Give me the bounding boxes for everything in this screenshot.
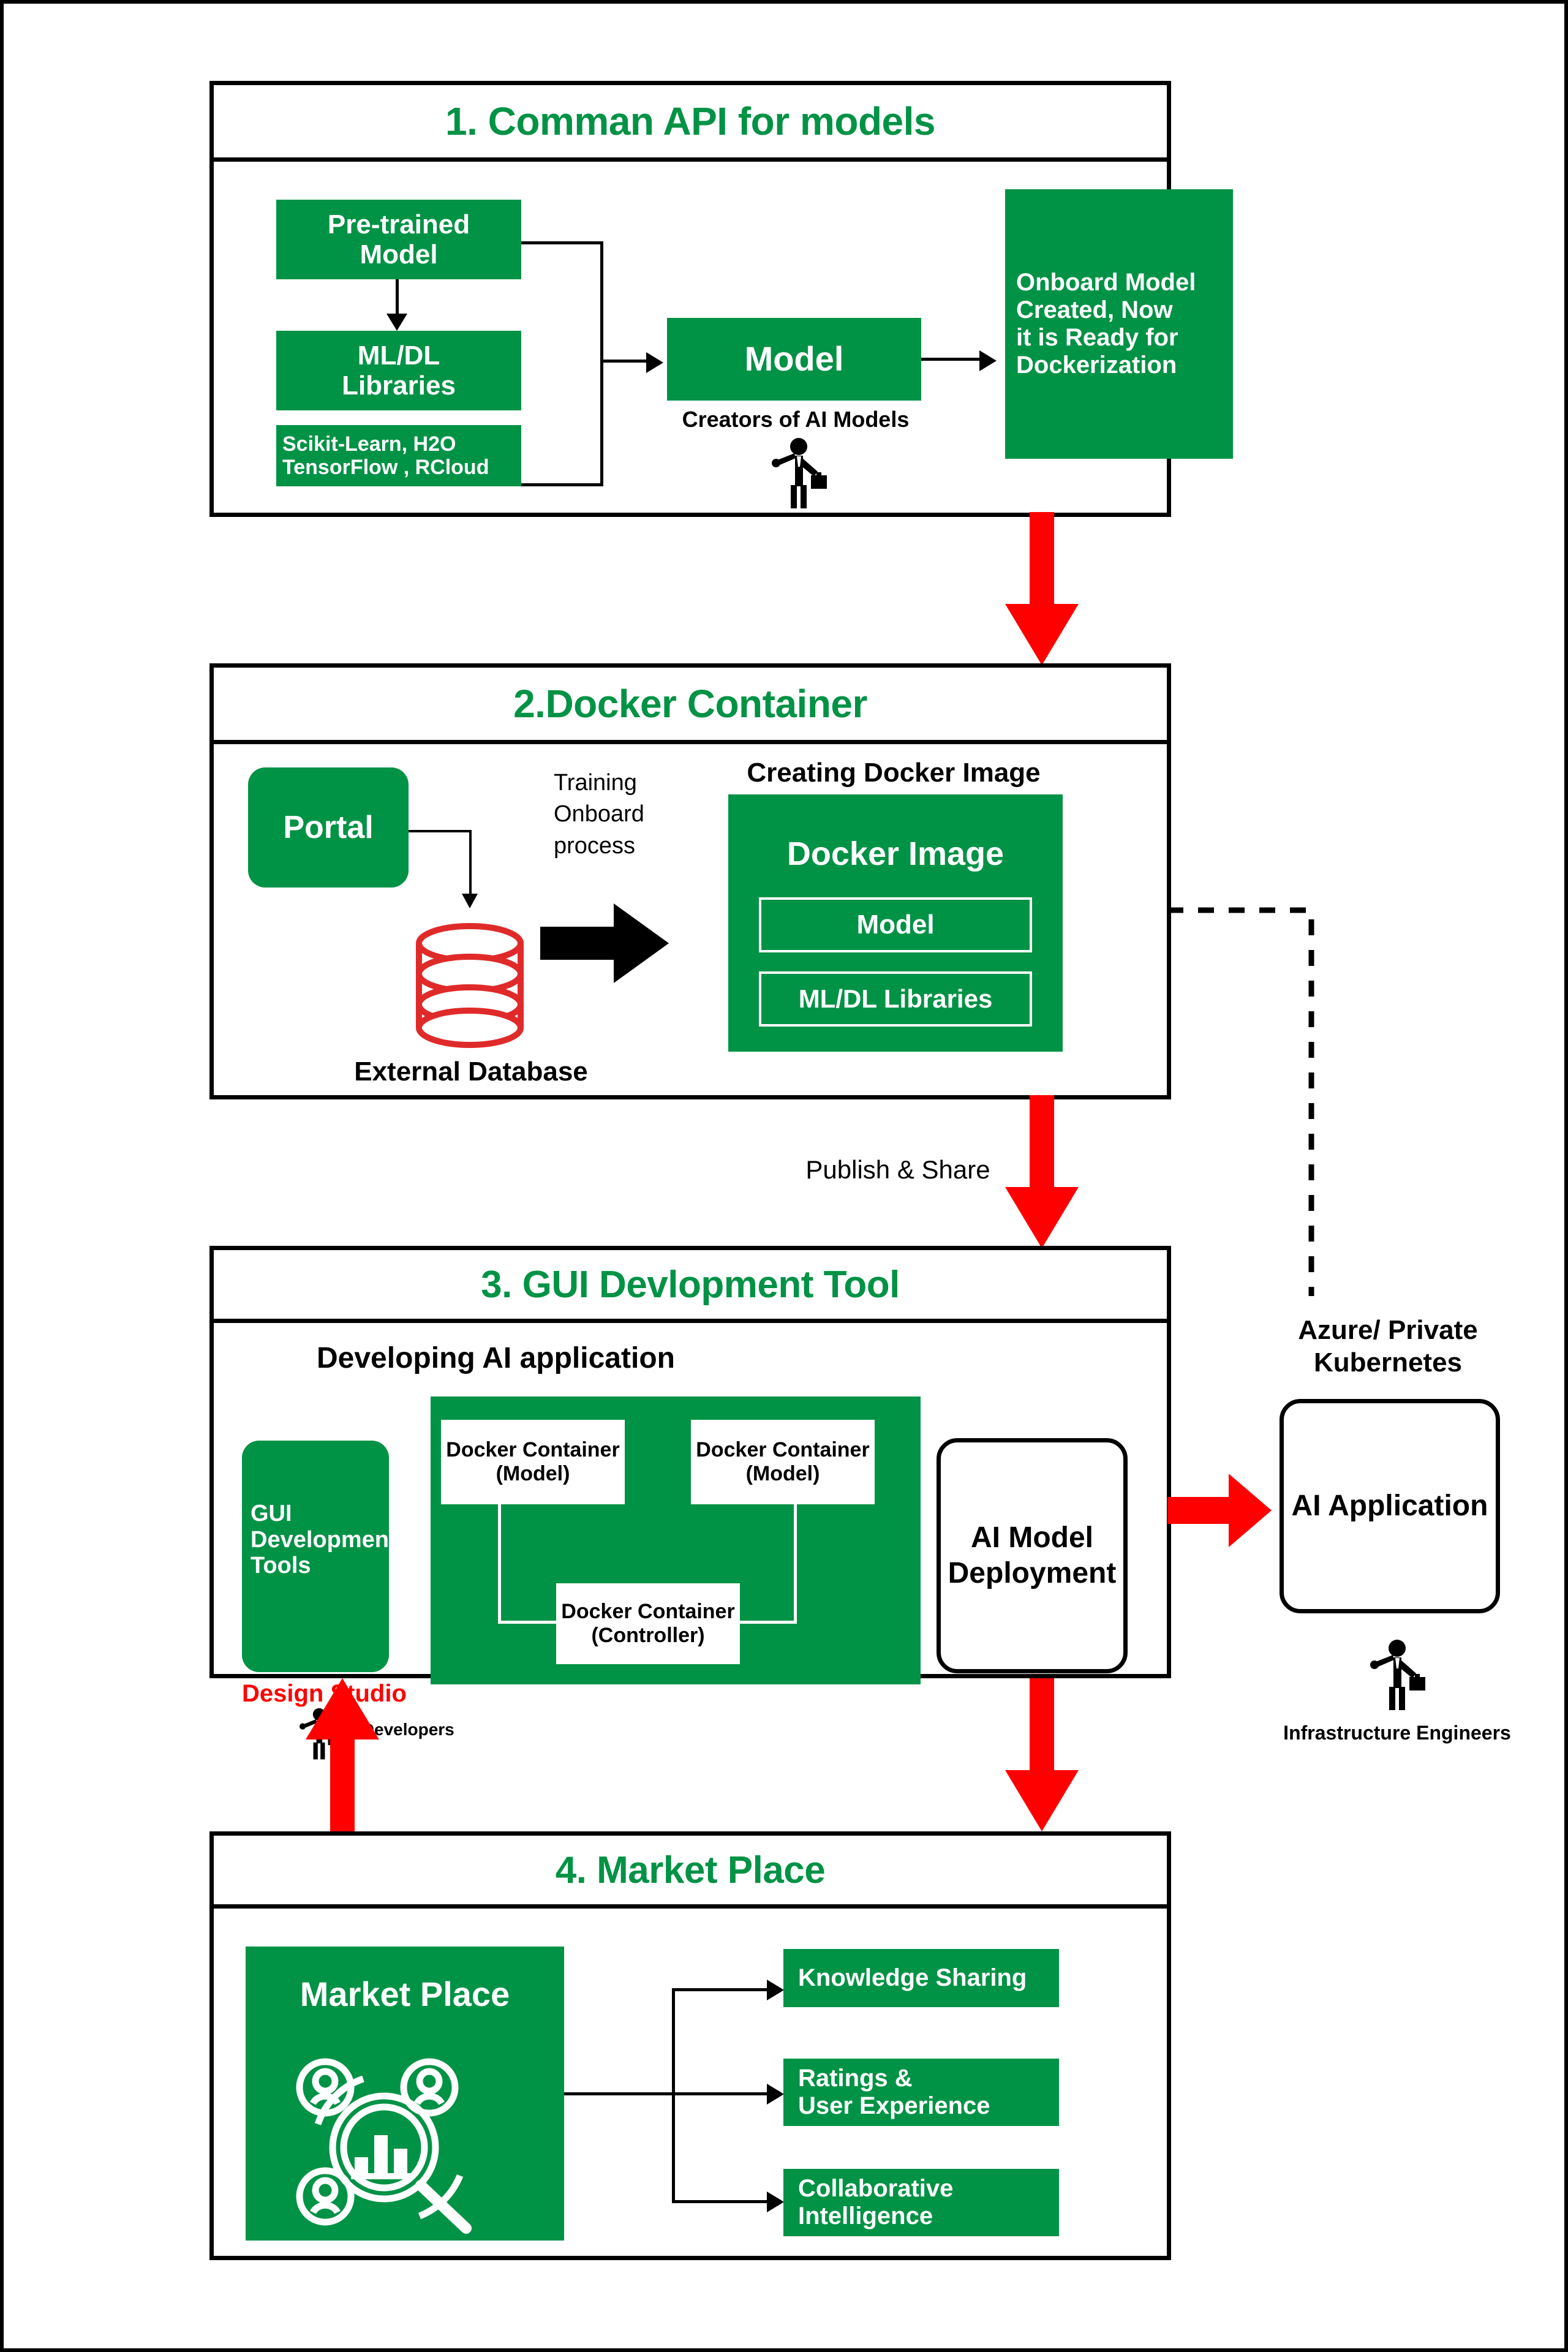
connector-model1-to-controller-vertical	[498, 1504, 501, 1623]
section-1-header: 1. Comman API for models	[214, 85, 1167, 162]
connector-bracket-to-model-arrowhead	[646, 352, 663, 373]
red-up-arrow-icon	[306, 1678, 379, 1831]
connector-bracket-to-model	[600, 360, 649, 363]
connector-bracket-vertical	[600, 241, 603, 486]
connector-branch-collaborative-arrowhead	[767, 2192, 784, 2212]
section-2-title: 2.Docker Container	[513, 682, 867, 726]
docker-container-model-1[interactable]: Docker Container (Model)	[441, 1420, 625, 1504]
section-3-title: 3. GUI Devlopment Tool	[481, 1263, 900, 1306]
red-down-arrow-icon	[1005, 1095, 1079, 1248]
infrastructure-engineers-label: Infrastructure Engineers	[1283, 1722, 1511, 1744]
ai-model-deployment-box[interactable]: AI Model Deployment	[937, 1438, 1128, 1673]
connector-top-bracket	[521, 241, 603, 244]
connector-branch-knowledge	[672, 1988, 770, 1991]
connector-market-branch-vertical	[672, 1988, 675, 2203]
docker-container-model-2[interactable]: Docker Container (Model)	[691, 1420, 875, 1504]
model-box[interactable]: Model	[667, 318, 921, 401]
azure-private-kubernetes-label: Azure/ Private Kubernetes	[1298, 1315, 1478, 1378]
connector-branch-ratings	[672, 2092, 770, 2095]
knowledge-sharing-box[interactable]: Knowledge Sharing	[783, 1949, 1059, 2007]
connector-model-to-onboard-arrowhead	[979, 350, 997, 371]
docker-image-model-box[interactable]: Model	[759, 897, 1032, 952]
training-onboard-process-label: Training Onboard process	[554, 770, 644, 859]
market-place-title: Market Place	[300, 1975, 510, 2013]
connector-portal-to-db-vertical	[469, 830, 472, 896]
collaborative-intelligence-box[interactable]: Collaborative Intelligence	[783, 2169, 1059, 2236]
section-1-title: 1. Comman API for models	[445, 99, 936, 143]
connector-portal-to-db-arrowhead	[462, 894, 478, 908]
connector-market-trunk	[564, 2092, 674, 2095]
docker-container-controller[interactable]: Docker Container (Controller)	[556, 1583, 740, 1664]
connector-model2-to-controller-vertical	[794, 1504, 797, 1623]
external-database-label: External Database	[354, 1057, 588, 1087]
person-with-briefcase-icon	[1370, 1640, 1425, 1710]
publish-and-share-label: Publish & Share	[805, 1155, 990, 1184]
connector-portal-to-db	[409, 830, 471, 832]
section-2-header: 2.Docker Container	[214, 668, 1167, 744]
marketplace-analytics-icon	[296, 2058, 472, 2234]
section-2-panel: 2.Docker Container Portal External Datab…	[209, 663, 1171, 1099]
creating-docker-image-label: Creating Docker Image	[747, 758, 1041, 788]
developing-ai-application-label: Developing AI application	[317, 1342, 675, 1374]
docker-image-libraries-box[interactable]: ML/DL Libraries	[759, 971, 1032, 1027]
red-down-arrow-icon	[1005, 1678, 1079, 1831]
red-down-arrow-icon	[1005, 512, 1079, 665]
section-3-header: 3. GUI Devlopment Tool	[214, 1250, 1167, 1323]
diagram-canvas: 1. Comman API for models Pre-trained Mod…	[0, 0, 1568, 2352]
section-4-header: 4. Market Place	[214, 1836, 1167, 1909]
person-with-briefcase-icon	[772, 438, 827, 508]
gui-development-tools-box[interactable]: GUI Development Tools	[242, 1441, 397, 1672]
ai-application-box[interactable]: AI Application	[1280, 1399, 1500, 1613]
ml-dl-libraries-box[interactable]: ML/DL Libraries	[276, 331, 521, 410]
connector-pretrained-to-libs	[396, 279, 399, 316]
onboard-model-box[interactable]: Onboard Model Created, Now it is Ready f…	[1005, 189, 1233, 459]
libraries-list-box[interactable]: Scikit-Learn, H2O TensorFlow , RCloud	[276, 425, 521, 486]
section-1-panel: 1. Comman API for models Pre-trained Mod…	[209, 81, 1233, 517]
docker-image-title: Docker Image	[786, 835, 1005, 872]
connector-branch-knowledge-arrowhead	[767, 1980, 784, 2000]
section-4-panel: 4. Market Place Market Place Knowledge S…	[209, 1831, 1171, 2260]
connector-model-to-onboard	[921, 358, 982, 361]
portal-box[interactable]: Portal	[248, 767, 409, 888]
creators-of-ai-models-label: Creators of AI Models	[682, 407, 910, 432]
ratings-user-experience-box[interactable]: Ratings & User Experience	[783, 2059, 1059, 2126]
database-cylinder-icon	[416, 923, 524, 1048]
section-3-panel: 3. GUI Devlopment Tool Developing AI app…	[209, 1246, 1171, 1760]
connector-branch-ratings-arrowhead	[767, 2084, 784, 2105]
section-4-title: 4. Market Place	[555, 1849, 826, 1891]
pre-trained-model-box[interactable]: Pre-trained Model	[276, 200, 521, 279]
red-right-arrow-icon	[1167, 1474, 1272, 1547]
connector-pretrained-to-libs-arrowhead	[386, 314, 407, 331]
black-right-arrow-icon	[540, 903, 669, 983]
connector-branch-collaborative	[672, 2200, 770, 2203]
connector-bottom-bracket	[521, 483, 603, 486]
dashed-connector-icon	[1167, 907, 1314, 1296]
